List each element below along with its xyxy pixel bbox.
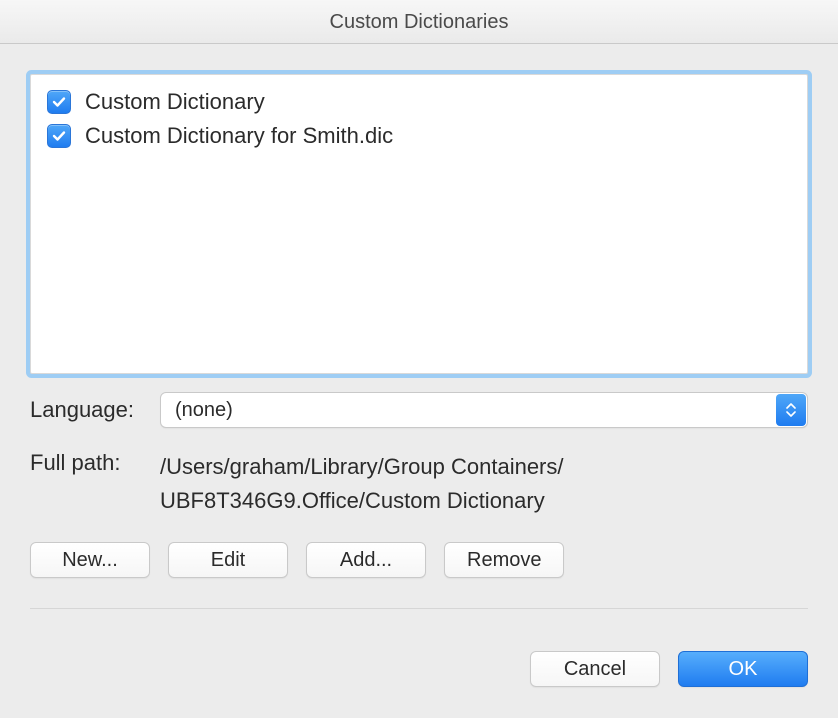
full-path-label: Full path: xyxy=(30,450,160,476)
dialog-footer: Cancel OK xyxy=(0,629,838,687)
language-row: Language: (none) xyxy=(30,392,808,428)
remove-button[interactable]: Remove xyxy=(444,542,564,578)
chevron-down-icon xyxy=(786,411,796,417)
add-button[interactable]: Add... xyxy=(306,542,426,578)
chevron-up-icon xyxy=(786,403,796,409)
list-item[interactable]: Custom Dictionary for Smith.dic xyxy=(43,119,795,153)
ok-button[interactable]: OK xyxy=(678,651,808,687)
list-item[interactable]: Custom Dictionary xyxy=(43,85,795,119)
divider xyxy=(30,608,808,609)
checkbox[interactable] xyxy=(47,90,71,114)
edit-button[interactable]: Edit xyxy=(168,542,288,578)
language-select[interactable]: (none) xyxy=(160,392,808,428)
select-stepper-icon[interactable] xyxy=(776,394,806,426)
language-value: (none) xyxy=(175,399,233,422)
dialog-content: Custom Dictionary Custom Dictionary for … xyxy=(0,44,838,629)
dictionary-listbox[interactable]: Custom Dictionary Custom Dictionary for … xyxy=(30,74,808,374)
list-item-label: Custom Dictionary for Smith.dic xyxy=(85,123,393,149)
cancel-button[interactable]: Cancel xyxy=(530,651,660,687)
action-button-row: New... Edit Add... Remove xyxy=(30,542,808,578)
check-icon xyxy=(51,94,67,110)
full-path-value: /Users/graham/Library/Group Containers/ … xyxy=(160,450,808,518)
window-title: Custom Dictionaries xyxy=(0,0,838,44)
full-path-row: Full path: /Users/graham/Library/Group C… xyxy=(30,450,808,518)
list-item-label: Custom Dictionary xyxy=(85,89,265,115)
check-icon xyxy=(51,128,67,144)
new-button[interactable]: New... xyxy=(30,542,150,578)
language-label: Language: xyxy=(30,397,160,423)
checkbox[interactable] xyxy=(47,124,71,148)
